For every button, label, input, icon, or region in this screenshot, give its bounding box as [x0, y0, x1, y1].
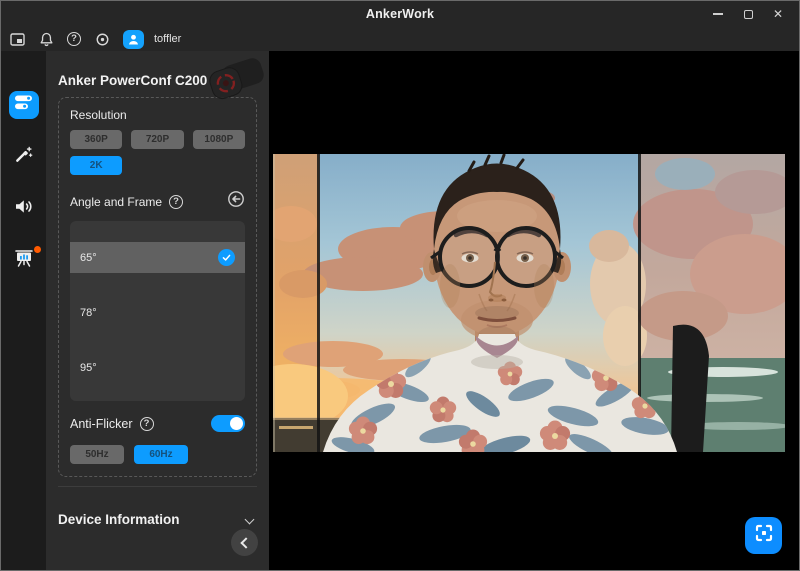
resolution-360p-button[interactable]: 360P [70, 130, 122, 149]
sidebar-item-camera-settings[interactable] [9, 91, 39, 119]
chevron-left-icon [240, 537, 251, 548]
sidebar-item-image-enhance[interactable] [9, 143, 39, 171]
resolution-720p-button[interactable]: 720P [131, 130, 183, 149]
auto-framing-icon [754, 523, 774, 548]
check-icon [218, 249, 235, 266]
sidebar [1, 51, 46, 570]
speaker-icon [14, 198, 34, 220]
sidebar-item-audio[interactable] [9, 195, 39, 223]
titlebar: AnkerWork ✕ [1, 1, 799, 27]
anti-flicker-toggle[interactable] [211, 415, 245, 432]
minimize-button[interactable] [703, 1, 733, 27]
sidebar-item-presentation[interactable] [9, 247, 39, 275]
anti-flicker-help-icon[interactable]: ? [140, 417, 154, 431]
collapse-panel-button[interactable] [231, 529, 258, 556]
maximize-button[interactable] [733, 1, 763, 27]
angle-frame-help-icon[interactable]: ? [169, 195, 183, 209]
anti-flicker-options: 50Hz 60Hz [70, 445, 245, 464]
username[interactable]: toffler [154, 33, 181, 45]
angle-reset-button[interactable] [227, 190, 245, 213]
video-preview-area [269, 51, 799, 570]
chevron-down-icon [245, 515, 255, 525]
webcam-preview [273, 154, 785, 452]
window-controls: ✕ [703, 1, 793, 27]
resolution-1080p-button[interactable]: 1080P [193, 130, 245, 149]
camera-settings-icon [14, 94, 33, 116]
resolution-2k-button[interactable]: 2K [70, 156, 122, 175]
resolution-options: 360P 720P 1080P 2K [70, 130, 245, 175]
angle-option-78[interactable]: 78° [70, 297, 245, 328]
userbar: ? toffler [1, 27, 799, 51]
notifications-bell-icon[interactable] [38, 31, 54, 47]
presentation-board-icon [14, 249, 34, 273]
device-information-label: Device Information [58, 512, 180, 527]
pip-window-icon[interactable] [9, 31, 25, 47]
angle-option-label: 95° [80, 362, 97, 374]
angle-options-list: 65° 78° 95° [70, 221, 245, 401]
angle-option-label: 78° [80, 307, 97, 319]
anti-flicker-label: Anti-Flicker [70, 417, 133, 431]
webcam-preview-image [273, 154, 785, 452]
device-information-section[interactable]: Device Information [58, 486, 257, 527]
app-title: AnkerWork [1, 1, 799, 27]
auto-framing-button[interactable] [745, 517, 782, 554]
close-button[interactable]: ✕ [763, 1, 793, 27]
angle-option-label: 65° [80, 252, 97, 264]
flicker-50hz-button[interactable]: 50Hz [70, 445, 124, 464]
notification-dot [34, 246, 41, 253]
angle-option-65[interactable]: 65° [70, 242, 245, 273]
user-avatar[interactable] [123, 30, 144, 49]
maximize-icon [744, 10, 753, 19]
toggle-knob [230, 417, 243, 430]
close-icon: ✕ [773, 8, 783, 20]
flicker-60hz-button[interactable]: 60Hz [134, 445, 188, 464]
minimize-icon [713, 13, 723, 14]
device-name: Anker PowerConf C200 [58, 73, 257, 88]
app-window: AnkerWork ✕ ? toffler [0, 0, 800, 571]
magic-wand-icon [14, 145, 33, 169]
help-icon[interactable]: ? [67, 32, 81, 46]
angle-frame-label: Angle and Frame [70, 195, 162, 209]
angle-option-95[interactable]: 95° [70, 352, 245, 383]
gear-icon[interactable] [94, 31, 110, 47]
camera-settings-group: Resolution 360P 720P 1080P 2K Angle and … [58, 97, 257, 477]
settings-panel: Anker PowerConf C200 Resolution 360P 720… [46, 51, 269, 570]
resolution-label: Resolution [70, 108, 245, 122]
